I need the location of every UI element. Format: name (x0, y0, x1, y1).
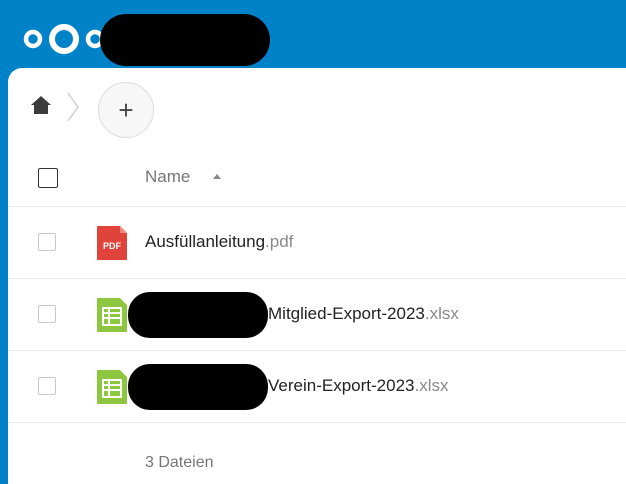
sort-ascending-icon[interactable] (213, 174, 221, 179)
file-row[interactable]: PDF Ausfüllanleitung.pdf (8, 207, 626, 279)
file-list-header: Name (8, 148, 626, 207)
file-name[interactable]: Mitglied-Export-2023.xlsx (268, 304, 459, 324)
file-name[interactable]: Ausfüllanleitung.pdf (145, 232, 293, 252)
breadcrumb: + (8, 68, 626, 148)
nextcloud-logo-icon[interactable] (22, 22, 112, 56)
files-content: + Name PDF Ausfüllanleitung.pdf Mitglied… (8, 68, 626, 484)
file-checkbox[interactable] (38, 233, 56, 251)
file-checkbox[interactable] (38, 305, 56, 323)
svg-text:PDF: PDF (103, 241, 122, 251)
file-row[interactable]: Mitglied-Export-2023.xlsx (8, 279, 626, 351)
spreadsheet-icon (97, 370, 127, 404)
plus-icon: + (118, 95, 134, 125)
file-checkbox[interactable] (38, 377, 56, 395)
redacted-file-prefix (128, 364, 268, 410)
home-icon[interactable] (30, 94, 52, 116)
spreadsheet-icon (97, 298, 127, 332)
breadcrumb-separator-icon (67, 92, 79, 122)
redacted-user-name (100, 14, 270, 66)
redacted-file-prefix (128, 292, 268, 338)
select-all-checkbox[interactable] (38, 168, 58, 188)
column-name-header[interactable]: Name (145, 167, 190, 187)
add-new-button[interactable]: + (98, 82, 154, 138)
file-count-summary: 3 Dateien (145, 454, 214, 471)
file-row[interactable]: Verein-Export-2023.xlsx (8, 351, 626, 423)
pdf-icon: PDF (97, 226, 127, 260)
file-name[interactable]: Verein-Export-2023.xlsx (268, 376, 448, 396)
